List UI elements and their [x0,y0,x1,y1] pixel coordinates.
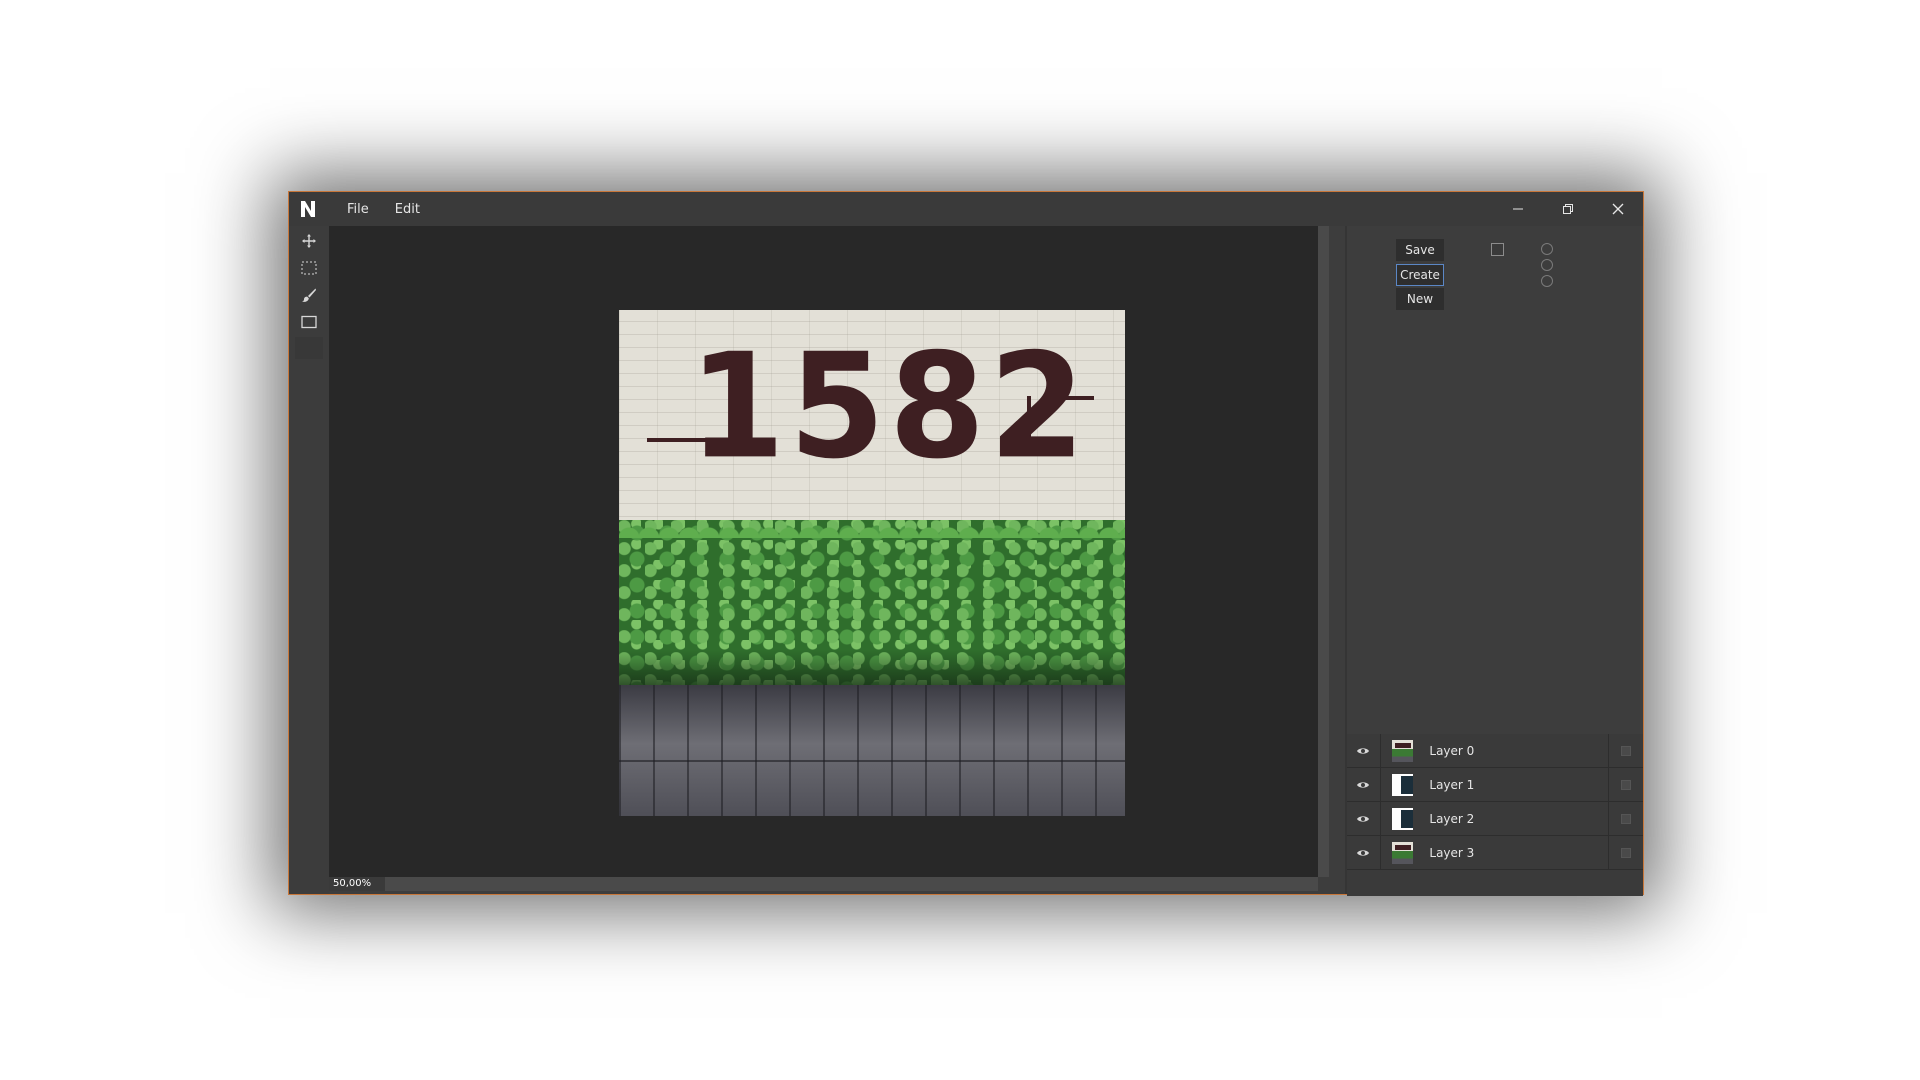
eye-icon [1357,815,1370,822]
eye-icon [1357,781,1370,788]
menu-file[interactable]: File [334,202,382,217]
menu-edit[interactable]: Edit [382,202,433,217]
vertical-scrollbar[interactable] [1318,226,1329,877]
restore-icon [1563,204,1573,214]
layer-name: Layer 3 [1429,845,1475,860]
brush-icon [302,288,316,302]
color-swatch[interactable] [295,337,323,359]
close-button[interactable] [1593,192,1643,226]
visibility-toggle[interactable] [1347,734,1381,767]
layer-lock-toggle[interactable] [1608,734,1643,767]
minimize-icon [1513,208,1523,210]
marquee-select-tool[interactable] [295,256,323,280]
layer-row[interactable]: Layer 3 [1347,836,1643,870]
layer-lock-toggle[interactable] [1608,802,1643,835]
layer-name: Layer 1 [1429,777,1475,792]
layer-thumbnail [1391,841,1414,864]
layer-thumbnail [1391,773,1414,796]
minimize-button[interactable] [1493,192,1543,226]
layers-panel: Layer 0 Layer 1 Layer 2 Layer 3 [1347,734,1643,896]
layer-lock-toggle[interactable] [1608,768,1643,801]
eye-icon [1357,747,1370,754]
visibility-toggle[interactable] [1347,836,1381,869]
rectangle-icon [301,315,317,329]
hedge-shadow [619,650,1125,690]
layer-row[interactable]: Layer 1 [1347,768,1643,802]
zoom-level: 50,00% [329,877,385,891]
restore-button[interactable] [1543,192,1593,226]
save-button[interactable]: Save [1396,239,1444,261]
rectangle-tool[interactable] [295,310,323,334]
create-button[interactable]: Create [1396,264,1444,286]
title-bar: File Edit [289,192,1643,226]
year-graffiti: 1582 [689,321,1090,491]
move-tool[interactable] [295,229,323,253]
artwork-image: 1582 [619,310,1125,816]
layer-row[interactable]: Layer 2 [1347,802,1643,836]
layer-lock-toggle[interactable] [1608,836,1643,869]
horizontal-scrollbar[interactable] [385,877,1318,891]
floor-seam [619,760,1125,762]
lock-box-icon [1621,779,1632,790]
hedge-top [619,514,1125,538]
app-window: File Edit 1582 50,00% Save Create New La… [288,191,1644,896]
tool-bar [289,226,329,894]
window-controls [1493,192,1643,226]
visibility-toggle[interactable] [1347,802,1381,835]
new-button[interactable]: New [1396,288,1444,310]
marquee-icon [301,261,317,275]
lock-box-icon [1621,813,1632,824]
move-icon [302,234,316,248]
right-panel: Save Create New Layer 0 Layer 1 Layer 2 … [1347,226,1643,896]
layer-thumbnail [1391,807,1414,830]
option-radio-1[interactable] [1541,243,1553,255]
canvas-area[interactable]: 1582 [329,226,1329,877]
close-icon [1612,203,1624,215]
layer-thumbnail [1391,739,1414,762]
eye-icon [1357,849,1370,856]
option-radio-2[interactable] [1541,259,1553,271]
lock-box-icon [1621,847,1632,858]
option-radio-3[interactable] [1541,275,1553,287]
option-checkbox[interactable] [1491,243,1504,256]
layer-row[interactable]: Layer 0 [1347,734,1643,768]
visibility-toggle[interactable] [1347,768,1381,801]
layer-name: Layer 0 [1429,743,1475,758]
layer-name: Layer 2 [1429,811,1475,826]
lock-box-icon [1621,745,1632,756]
app-logo-icon [301,201,315,217]
brush-tool[interactable] [295,283,323,307]
wooden-floor [619,685,1125,816]
